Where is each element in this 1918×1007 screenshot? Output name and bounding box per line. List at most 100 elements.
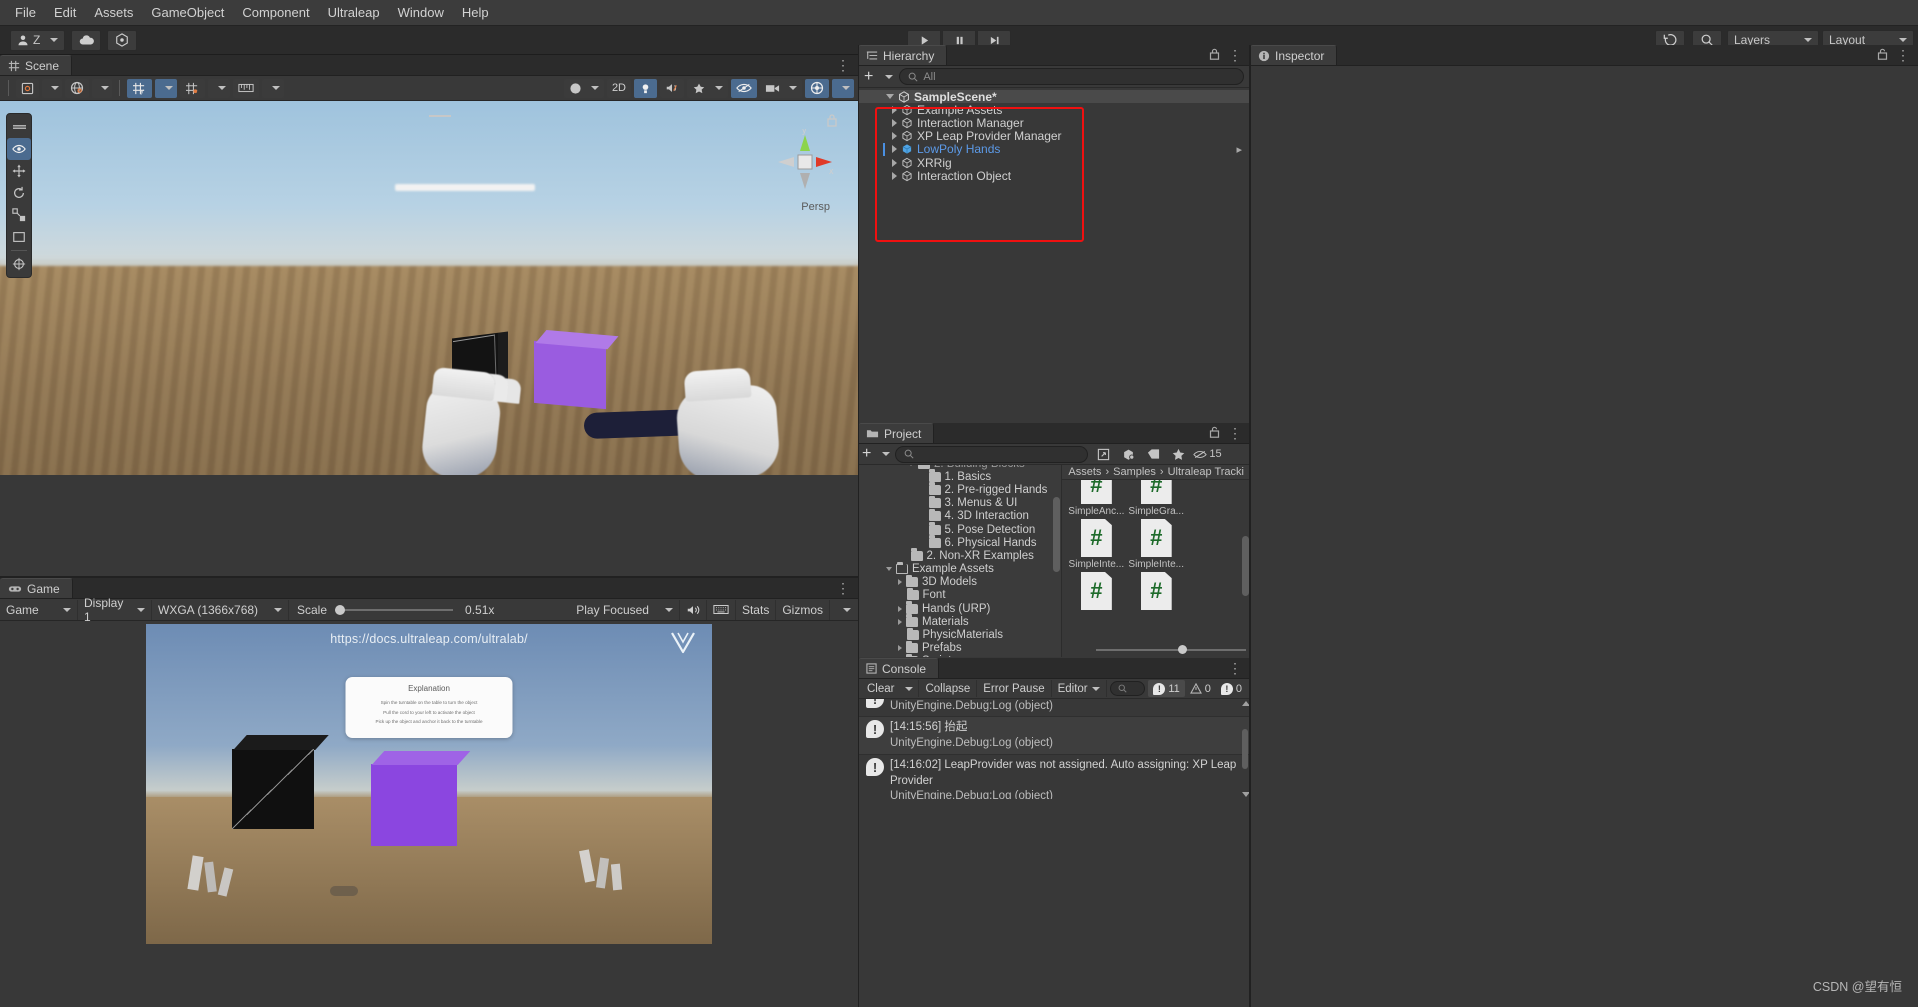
scene-gizmos-dropdown[interactable] — [832, 78, 854, 98]
project-folder-row[interactable]: Prefabs — [858, 640, 1061, 655]
hierarchy-row-interaction-object[interactable]: Interaction Object — [858, 169, 1250, 183]
menu-item-gameobject[interactable]: GameObject — [142, 2, 233, 23]
vertical-splitter[interactable] — [1249, 45, 1251, 1007]
hierarchy-row-interaction-manager[interactable]: Interaction Manager — [858, 116, 1250, 130]
project-folder-row[interactable]: 3. Menus & UI — [858, 495, 1061, 510]
create-asset-button[interactable]: + — [862, 446, 871, 462]
scene-fx-dropdown[interactable] — [687, 78, 728, 98]
hierarchy-row-lowpoly-hands[interactable]: LowPoly Hands ▸ — [858, 142, 1250, 156]
scene-visibility-toggle[interactable] — [731, 78, 757, 98]
asset-grid-scrollbar[interactable] — [1242, 481, 1249, 643]
scene-projection-label[interactable]: Persp — [801, 201, 830, 213]
kebab-menu-icon[interactable]: ⋮ — [1896, 48, 1910, 62]
game-stats-button[interactable]: Stats — [736, 599, 777, 620]
prefab-open-arrow-icon[interactable]: ▸ — [1236, 143, 1242, 156]
game-scale-slider[interactable]: Scale 0.51x — [289, 600, 502, 620]
breadcrumb-item-ultraleap[interactable]: Ultraleap Tracki — [1168, 466, 1244, 478]
pivot-toggle[interactable] — [16, 78, 39, 98]
scene-viewport[interactable]: y x Persp — [0, 101, 858, 475]
chevron-down-icon[interactable] — [908, 465, 914, 466]
project-folder-row[interactable]: Font — [858, 587, 1061, 602]
services-button[interactable] — [107, 29, 138, 51]
scene-gizmos-toggle[interactable] — [805, 78, 829, 98]
asset-item[interactable]: # — [1066, 572, 1126, 612]
zoom-slider-knob[interactable] — [1178, 645, 1187, 654]
right-hand-model[interactable] — [674, 383, 782, 475]
rotate-tool-button[interactable] — [7, 182, 31, 204]
game-purple-cube[interactable] — [371, 764, 457, 846]
left-hand-model[interactable] — [419, 382, 503, 475]
project-folder-row-example-assets[interactable]: Example Assets — [858, 561, 1061, 576]
chevron-right-icon[interactable] — [892, 105, 897, 114]
grid-snapping-toggle[interactable] — [180, 78, 205, 98]
menu-item-edit[interactable]: Edit — [45, 2, 85, 23]
game-resolution-dropdown[interactable]: WXGA (1366x768) — [152, 599, 289, 620]
console-log-list[interactable]: ! UnityEngine.Debug:Log (object) ! [14:1… — [858, 699, 1250, 799]
project-folder-row[interactable]: 2. Pre-rigged Hands — [858, 482, 1061, 496]
project-search-input[interactable] — [895, 445, 1089, 463]
tab-project[interactable]: Project — [858, 423, 935, 443]
chevron-right-icon[interactable] — [898, 618, 902, 625]
menu-item-component[interactable]: Component — [233, 2, 318, 23]
asset-item[interactable]: # SimpleGra... — [1126, 480, 1186, 517]
lock-icon[interactable] — [1877, 48, 1888, 63]
game-gizmos-dropdown[interactable] — [829, 599, 858, 620]
scene-lighting-toggle[interactable] — [634, 78, 657, 98]
tab-hierarchy[interactable]: Hierarchy — [858, 45, 948, 65]
console-warning-count[interactable]: 0 — [1185, 680, 1216, 697]
chevron-right-icon[interactable] — [898, 579, 902, 586]
asset-item[interactable]: # — [1186, 519, 1246, 570]
lock-icon[interactable] — [1209, 48, 1220, 63]
chevron-down-icon[interactable] — [886, 567, 892, 572]
asset-item[interactable]: # — [1126, 572, 1186, 612]
console-entry[interactable]: ! [14:15:56] 抬起 UnityEngine.Debug:Log (o… — [858, 717, 1250, 756]
project-folder-row[interactable]: 5. Pose Detection — [858, 522, 1061, 536]
scene-orientation-gizmo[interactable]: y x — [772, 125, 838, 195]
asset-zoom-slider[interactable] — [1096, 644, 1246, 656]
project-folder-row[interactable]: Materials — [858, 614, 1061, 628]
breadcrumb-item-samples[interactable]: Samples — [1113, 466, 1156, 478]
hierarchy-row-scene[interactable]: SampleScene* — [858, 90, 1250, 104]
horizontal-splitter[interactable] — [0, 576, 858, 578]
chevron-down-icon[interactable] — [882, 452, 891, 456]
console-search-input[interactable] — [1109, 681, 1146, 696]
scrollbar-thumb[interactable] — [1053, 497, 1061, 572]
menu-item-file[interactable]: File — [6, 2, 45, 23]
shading-mode-dropdown[interactable] — [563, 78, 604, 98]
ruler-dropdown[interactable] — [262, 78, 284, 98]
scale-tool-button[interactable] — [7, 204, 31, 226]
game-keyboard-button[interactable] — [707, 599, 736, 620]
chevron-down-icon[interactable] — [885, 74, 894, 79]
project-folder-row[interactable]: Scripts — [858, 653, 1061, 657]
rect-tool-button[interactable] — [7, 226, 31, 248]
console-collapse-button[interactable]: Collapse — [919, 680, 978, 697]
asset-item[interactable]: # SimpleAnc... — [1066, 480, 1126, 517]
kebab-menu-icon[interactable]: ⋮ — [1228, 48, 1242, 62]
game-display-dropdown[interactable]: Display 1 — [78, 596, 152, 624]
game-black-cube[interactable] — [232, 749, 314, 829]
kebab-menu-icon[interactable]: ⋮ — [1228, 426, 1242, 440]
console-entry[interactable]: ! UnityEngine.Debug:Log (object) — [858, 699, 1250, 717]
ruler-tool-button[interactable] — [233, 78, 259, 98]
project-folder-row[interactable]: 2. Non-XR Examples — [858, 548, 1061, 562]
view-tool-button[interactable] — [7, 116, 31, 138]
kebab-menu-icon[interactable]: ⋮ — [1228, 661, 1242, 675]
scene-drag-handle[interactable] — [429, 115, 451, 117]
menu-item-assets[interactable]: Assets — [85, 2, 142, 23]
handle-space-toggle[interactable] — [65, 78, 89, 98]
favorite-icon[interactable] — [1168, 446, 1188, 463]
project-folder-row[interactable]: Hands (URP) — [858, 601, 1061, 615]
packages-icon[interactable] — [1118, 446, 1138, 463]
asset-item[interactable]: # SimpleInte... — [1126, 519, 1186, 570]
chevron-right-icon[interactable] — [898, 605, 902, 612]
project-tree-scrollbar[interactable] — [1053, 467, 1061, 655]
cloud-button[interactable] — [71, 29, 102, 51]
scrollbar-thumb[interactable] — [1242, 729, 1248, 769]
chevron-right-icon[interactable] — [892, 132, 897, 141]
scene-audio-toggle[interactable] — [660, 78, 684, 98]
scale-slider-knob[interactable] — [335, 604, 346, 615]
console-entry[interactable]: ! [14:16:02] LeapProvider was not assign… — [858, 755, 1250, 799]
purple-cube-object[interactable] — [534, 340, 606, 410]
chevron-right-icon[interactable] — [892, 171, 897, 180]
console-error-pause-button[interactable]: Error Pause — [977, 680, 1052, 697]
